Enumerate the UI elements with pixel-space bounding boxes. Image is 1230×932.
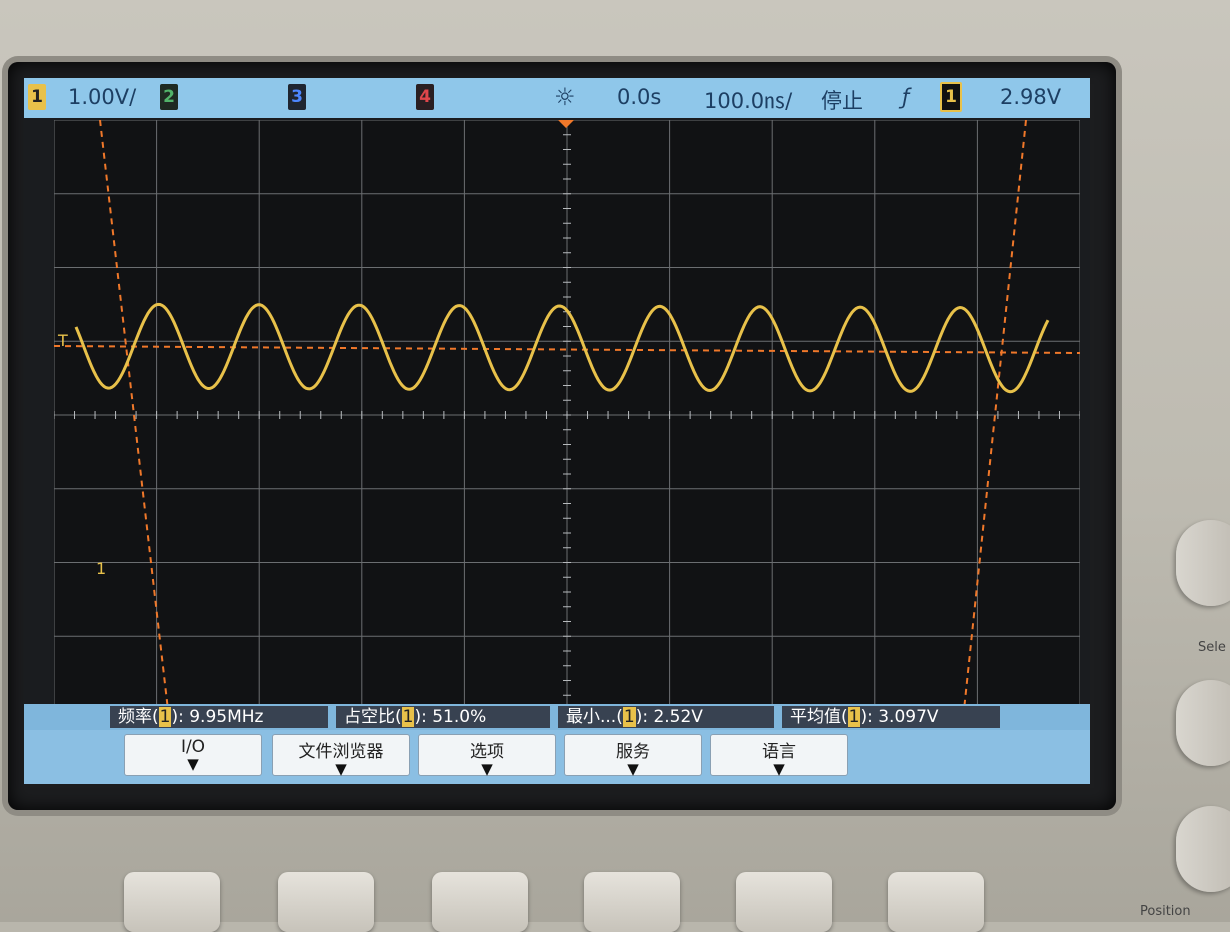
run-state: 停止 (821, 89, 863, 113)
ch2-badge[interactable]: 2 (160, 84, 178, 110)
measurement-strip: 频率(1): 9.95MHz 占空比(1): 51.0% 最小...(1): 2… (24, 704, 1090, 730)
hardware-softkey-4[interactable] (584, 872, 680, 932)
softkey-options[interactable]: 选项 ▼ (418, 734, 556, 778)
measurement-frequency[interactable]: 频率(1): 9.95MHz (110, 706, 328, 728)
measurement-value: 9.95MHz (189, 707, 264, 727)
measurement-value: 51.0% (432, 707, 487, 727)
ch4-badge[interactable]: 4 (416, 84, 434, 110)
softkey-label: 服务 (616, 742, 650, 762)
down-arrow-icon: ▼ (335, 760, 347, 778)
measurement-label: 平均值 (790, 707, 841, 727)
softkey-service[interactable]: 服务 ▼ (564, 734, 702, 778)
softkey-label: I/O (180, 737, 206, 757)
trigger-slope-icon: ƒ (902, 85, 910, 109)
softkey-file-browser[interactable]: 文件浏览器 ▼ (272, 734, 410, 778)
measurement-duty-cycle[interactable]: 占空比(1): 51.0% (336, 706, 550, 728)
trigger-position-marker (558, 120, 574, 128)
softkey-label: 文件浏览器 (298, 742, 384, 762)
ch1-scale: 1.00V/ (68, 85, 137, 109)
trigger-level: 2.98V (1000, 85, 1062, 109)
trigger-source-badge: 1 (940, 82, 962, 112)
select-knob[interactable] (1176, 520, 1230, 606)
measurement-label: 频率 (118, 707, 152, 727)
down-arrow-icon: ▼ (481, 760, 493, 778)
time-delay: 0.0s (617, 85, 662, 109)
hardware-softkey-6[interactable] (888, 872, 984, 932)
acquisition-sun-icon: ☼ (554, 83, 576, 111)
softkey-label: 选项 (470, 742, 504, 762)
ch1-badge[interactable]: 1 (28, 84, 46, 110)
select-label: Sele (1198, 640, 1226, 655)
time-scale: 100.0㎱/ (704, 89, 793, 113)
softkey-menu: I/O ▼ 文件浏览器 ▼ 选项 ▼ 服务 ▼ 语言 ▼ (24, 730, 1090, 784)
position-knob[interactable] (1176, 806, 1230, 892)
measurement-source: 1 (622, 707, 636, 727)
measurement-label: 最小... (566, 707, 617, 727)
oscilloscope-screen: 1 1.00V/ 2 3 4 ☼ 0.0s 100.0㎱/ 停止 ƒ 1 2.9… (24, 78, 1090, 784)
measurement-mean[interactable]: 平均值(1): 3.097V (782, 706, 1000, 728)
softkey-label: 语言 (762, 742, 796, 762)
hardware-softkey-1[interactable] (124, 872, 220, 932)
down-arrow-icon: ▼ (773, 760, 785, 778)
hardware-softkey-2[interactable] (278, 872, 374, 932)
measurement-source: 1 (158, 707, 172, 727)
measurement-minimum[interactable]: 最小...(1): 2.52V (558, 706, 774, 728)
measurement-value: 3.097V (878, 707, 939, 727)
softkey-language[interactable]: 语言 ▼ (710, 734, 848, 778)
trigger-level-marker: T (57, 331, 68, 350)
position-label: Position (1140, 904, 1191, 919)
hardware-softkey-5[interactable] (736, 872, 832, 932)
softkey-io[interactable]: I/O ▼ (124, 734, 262, 776)
status-bar: 1 1.00V/ 2 3 4 ☼ 0.0s 100.0㎱/ 停止 ƒ 1 2.9… (24, 78, 1090, 118)
hardware-softkey-3[interactable] (432, 872, 528, 932)
measurement-value: 2.52V (653, 707, 703, 727)
measurement-source: 1 (847, 707, 861, 727)
measurement-source: 1 (401, 707, 415, 727)
down-arrow-icon: ▼ (187, 755, 199, 773)
graticule: T 1 (54, 120, 1080, 710)
down-arrow-icon: ▼ (627, 760, 639, 778)
measurement-label: 占空比 (344, 707, 395, 727)
ch1-ground-marker: 1 (96, 559, 106, 578)
side-button[interactable] (1176, 680, 1230, 766)
ch3-badge[interactable]: 3 (288, 84, 306, 110)
waveform-display: T 1 (54, 120, 1080, 710)
